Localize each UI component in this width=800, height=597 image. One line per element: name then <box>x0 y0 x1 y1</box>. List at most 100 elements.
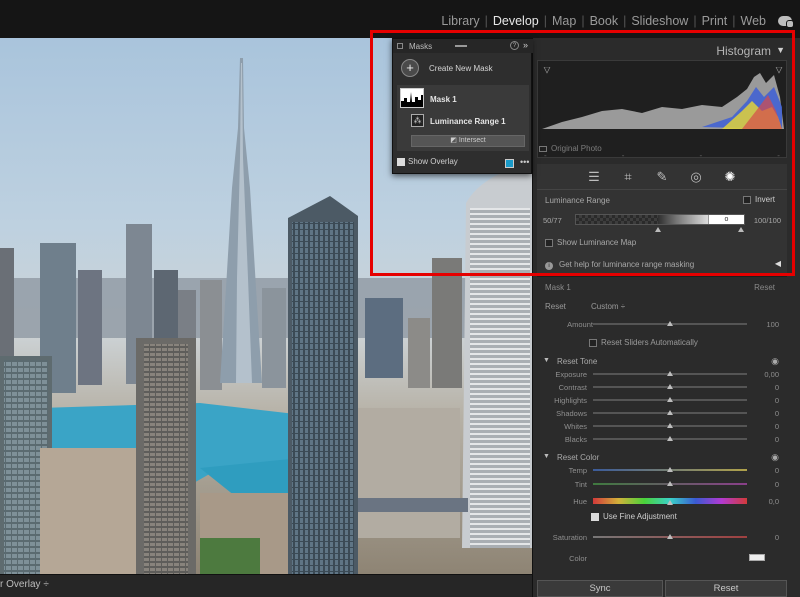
module-map[interactable]: Map <box>552 14 576 28</box>
amount-slider[interactable]: Amount 100 <box>537 318 783 330</box>
component-name[interactable]: Luminance Range 1 <box>430 117 506 126</box>
amount-knob[interactable] <box>667 321 673 326</box>
plus-icon[interactable]: + <box>401 59 419 77</box>
luminance-feather-right[interactable] <box>738 227 744 232</box>
slider-knob[interactable] <box>667 384 673 389</box>
color-swatch[interactable] <box>749 554 765 561</box>
masks-panel-header[interactable]: Masks ? » <box>393 39 533 53</box>
expand-triangle-icon[interactable]: ▼ <box>543 453 550 460</box>
saturation-knob[interactable] <box>667 534 673 539</box>
intersect-button[interactable]: ◩ Intersect <box>411 135 525 147</box>
mask-name[interactable]: Mask 1 <box>430 95 457 104</box>
original-photo-indicator: Original Photo <box>539 144 602 153</box>
reset-button[interactable]: Reset <box>665 580 787 597</box>
luminance-feather-left[interactable] <box>655 227 661 232</box>
slider-knob[interactable] <box>667 410 673 415</box>
tone-group-header[interactable]: ▼ Reset Tone ◉ <box>537 355 783 369</box>
show-luminance-map[interactable]: Show Luminance Map <box>545 238 636 247</box>
invert-check-box[interactable] <box>742 195 751 204</box>
more-options-icon[interactable]: ••• <box>520 157 529 167</box>
help-arrow-icon[interactable]: ◀ <box>775 259 781 268</box>
show-luminance-map-check[interactable] <box>545 238 553 247</box>
sync-button[interactable]: Sync <box>537 580 663 597</box>
help-icon[interactable]: ? <box>510 41 519 50</box>
red-eye-icon[interactable]: ◎ <box>689 169 703 184</box>
cloud-sync-icon[interactable] <box>778 16 794 28</box>
slider-knob[interactable] <box>667 371 673 376</box>
module-picker: Library | Develop | Map | Book | Slideshow | Print… <box>441 14 794 28</box>
mask-thumbnail[interactable] <box>400 88 424 108</box>
divider <box>537 276 787 277</box>
collapse-icon[interactable]: » <box>523 40 528 50</box>
mask-thumbnail-image <box>401 89 423 107</box>
color-group-header[interactable]: ▼ Reset Color ◉ <box>537 451 783 465</box>
slider-label: Exposure <box>555 370 587 379</box>
module-develop[interactable]: Develop <box>493 14 539 28</box>
luminance-right-value: 100/100 <box>753 216 781 225</box>
slider-value: 0 <box>774 422 779 431</box>
module-separator: | <box>693 14 697 28</box>
overlay-mode-select[interactable]: r Overlay ÷ <box>0 579 49 590</box>
hue-slider[interactable]: Hue 0,0 <box>537 495 783 509</box>
module-print[interactable]: Print <box>702 14 728 28</box>
whites-slider[interactable]: Whites 0 <box>537 420 783 432</box>
luminance-range-handle[interactable]: o <box>708 215 744 224</box>
tint-knob[interactable] <box>667 481 673 486</box>
luminance-range-icon[interactable]: ⁂ <box>411 114 424 127</box>
original-photo-label: Original Photo <box>551 144 602 153</box>
saturation-slider[interactable]: Saturation 0 <box>537 531 783 543</box>
healing-icon[interactable]: ✎ <box>655 169 669 184</box>
sliders-icon[interactable]: ☰ <box>587 169 601 184</box>
temp-knob[interactable] <box>667 467 673 472</box>
masking-icon[interactable]: ✺ <box>723 169 737 184</box>
show-overlay-check[interactable] <box>397 157 405 166</box>
panel-grip-icon[interactable] <box>397 43 403 49</box>
crop-icon[interactable]: ⌗ <box>621 169 635 184</box>
color-swatch-row[interactable]: Color <box>537 552 783 564</box>
slider-knob[interactable] <box>667 397 673 402</box>
create-new-mask-label: Create New Mask <box>429 64 493 73</box>
create-new-mask[interactable]: + Create New Mask <box>399 59 527 79</box>
module-library[interactable]: Library <box>441 14 479 28</box>
exposure-slider[interactable]: Exposure 0,00 <box>537 368 783 380</box>
histogram-header[interactable]: Histogram ▼ <box>537 40 787 60</box>
module-slideshow[interactable]: Slideshow <box>631 14 688 28</box>
mask-reset-link[interactable]: Reset <box>754 283 775 292</box>
fine-adjustment-check[interactable] <box>591 512 599 521</box>
blacks-slider[interactable]: Blacks 0 <box>537 433 783 445</box>
shadows-slider[interactable]: Shadows 0 <box>537 407 783 419</box>
expand-triangle-icon[interactable]: ▼ <box>543 357 550 364</box>
temp-slider[interactable]: Temp 0 <box>537 464 783 476</box>
reset-sliders-auto[interactable]: Reset Sliders Automatically <box>545 338 698 347</box>
reset-sliders-auto-check[interactable] <box>589 338 597 347</box>
highlights-slider[interactable]: Highlights 0 <box>537 394 783 406</box>
slider-label: Blacks <box>564 435 587 444</box>
eye-icon[interactable]: ◉ <box>771 356 779 367</box>
eye-icon[interactable]: ◉ <box>771 452 779 463</box>
intersect-icon: ◩ <box>450 137 459 144</box>
mask-list-item[interactable]: Mask 1 ⁂ Luminance Range 1 ◩ Intersect <box>397 85 529 151</box>
help-row[interactable]: i Get help for luminance range masking <box>545 260 694 270</box>
collapse-triangle-icon[interactable]: ▼ <box>776 45 785 55</box>
tint-slider[interactable]: Tint 0 <box>537 478 783 490</box>
photo-icon <box>539 145 547 152</box>
contrast-slider[interactable]: Contrast 0 <box>537 381 783 393</box>
module-web[interactable]: Web <box>741 14 766 28</box>
hue-knob[interactable] <box>667 500 673 505</box>
module-book[interactable]: Book <box>590 14 619 28</box>
minimize-icon[interactable] <box>455 45 467 47</box>
slider-knob[interactable] <box>667 423 673 428</box>
overlay-color-swatch[interactable] <box>505 159 514 168</box>
mask-reset-label[interactable]: Reset <box>545 302 566 311</box>
slider-knob[interactable] <box>667 436 673 441</box>
preset-select[interactable]: Custom ÷ <box>591 302 625 311</box>
invert-label: Invert <box>754 195 775 204</box>
module-separator: | <box>484 14 488 28</box>
show-overlay-row[interactable]: Show Overlay ••• <box>397 157 529 171</box>
luminance-range-title: Luminance Range <box>545 196 610 205</box>
fine-adjustment[interactable]: Use Fine Adjustment <box>591 512 677 521</box>
invert-checkbox[interactable]: Invert <box>742 195 775 204</box>
slider-label: Highlights <box>554 396 587 405</box>
luminance-range-section: Luminance Range Invert 50/77 100/100 Sho… <box>537 190 787 274</box>
luminance-range-slider[interactable]: o <box>575 214 745 225</box>
